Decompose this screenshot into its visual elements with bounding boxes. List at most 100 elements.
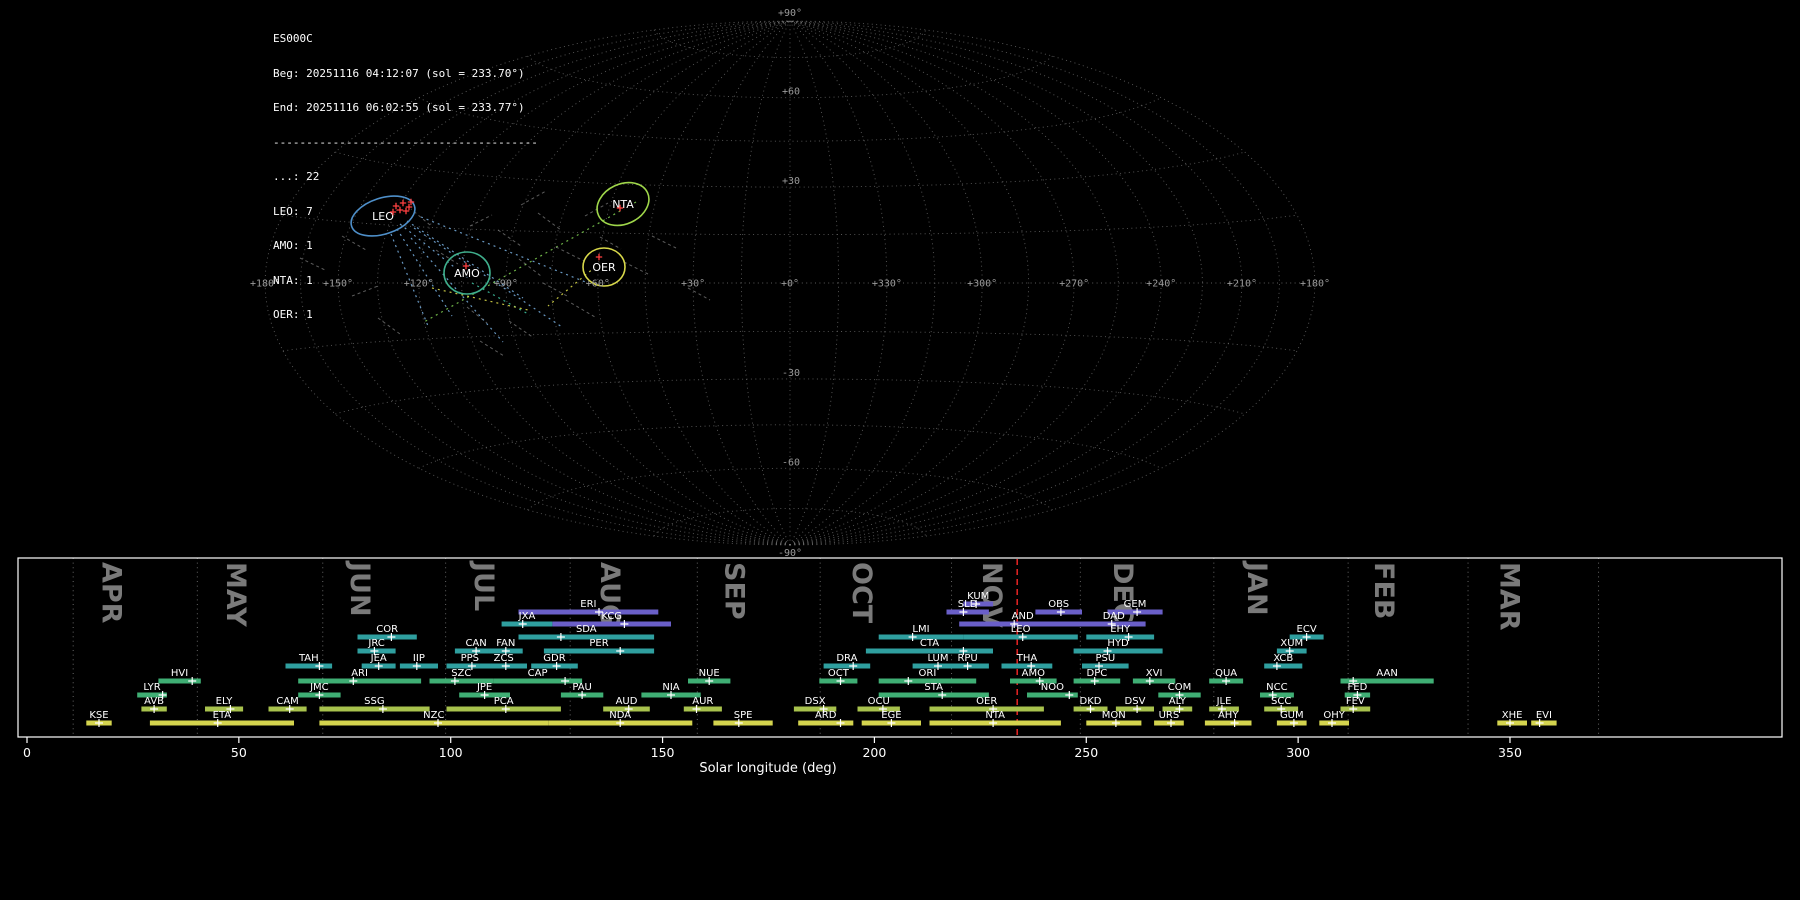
shower-bar (1264, 663, 1303, 669)
month-label: SEP (719, 562, 750, 620)
shower-label: XHE (1502, 710, 1523, 721)
peak-marker (836, 719, 845, 727)
x-axis-title: Solar longitude (deg) (699, 761, 836, 776)
lon-label: +60° (586, 279, 610, 290)
lon-label: +270° (1059, 279, 1089, 290)
shower-label: SSG (364, 696, 384, 707)
x-tick-label: 100 (439, 745, 463, 760)
shower-label: ARD (815, 710, 837, 721)
meteor-trail (651, 235, 677, 249)
shower-label: IIP (413, 653, 425, 664)
peak-marker (556, 633, 565, 641)
shower-label: AND (1012, 611, 1034, 622)
shower-label: FEV (1346, 696, 1365, 707)
shower-label: MON (1102, 710, 1126, 721)
shower-label: OER (976, 696, 997, 707)
shower-label: SDA (576, 624, 597, 635)
meteor-trail (555, 246, 585, 262)
lon-label: +330° (872, 279, 902, 290)
lat-label: -30 (782, 368, 800, 379)
month-label: JUL (468, 560, 499, 611)
shower-label: PPS (461, 653, 479, 664)
lon-label: +30° (681, 279, 705, 290)
shower-bar (946, 609, 989, 615)
shower-label: AMO (1022, 668, 1045, 679)
shower-label: GEM (1124, 599, 1147, 610)
lon-label: +240° (1146, 279, 1176, 290)
sky-map-hammer-projection: LEOAMONTAOER+180° +150° +120° +90° +60° +30° +… (250, 8, 1330, 556)
shower-bar (285, 663, 333, 669)
shower-label: AUR (692, 696, 713, 707)
shower-label: OCU (868, 696, 890, 707)
radiant-label: NTA (612, 198, 634, 211)
peak-marker (904, 677, 913, 685)
shower-label: DSV (1125, 696, 1146, 707)
shower-label: STA (924, 682, 943, 693)
shower-label: XVI (1146, 668, 1163, 679)
shower-label: GUM (1280, 710, 1304, 721)
x-tick-label: 300 (1286, 745, 1310, 760)
shower-bar (518, 634, 655, 640)
shower-label: NZC (423, 710, 444, 721)
lon-label: +300° (967, 279, 997, 290)
grid-meridian (644, 20, 791, 546)
count-leo: LEO: 7 (273, 204, 313, 218)
lat-label: +60 (782, 87, 800, 98)
shower-bar (518, 609, 659, 615)
shower-bar (319, 720, 549, 726)
shower-label: KCG (601, 611, 622, 622)
shower-label: CAM (276, 696, 298, 707)
shower-bar (357, 634, 417, 640)
separator: ---------------------------------------- (273, 135, 538, 149)
month-label: JAN (1241, 560, 1272, 616)
obs-end: End: 20251116 06:02:55 (sol = 233.77°) (273, 101, 525, 114)
shower-label: PCA (494, 696, 514, 707)
shower-label: OBS (1048, 599, 1069, 610)
shower-label: URS (1159, 710, 1180, 721)
shower-label: ZCS (494, 653, 514, 664)
shower-bar (1531, 720, 1557, 726)
shower-label: SZC (451, 668, 471, 679)
station-id: ES000C (273, 32, 313, 45)
shower-activity-chart: APR MAY JUN JUL AUG SEP OCT NOV DEC JAN FEB MARKUME… (17, 557, 1783, 776)
month-label: OCT (846, 562, 877, 624)
x-tick-label: 350 (1498, 745, 1522, 760)
shower-label: AAN (1376, 668, 1397, 679)
shower-label: NOO (1041, 682, 1064, 693)
meteor-trail (687, 287, 711, 301)
shower-label: EVI (1536, 710, 1552, 721)
pole-label-south: -90° (778, 548, 802, 556)
shower-label: EHY (1110, 624, 1131, 635)
shower-label: HVI (171, 668, 188, 679)
shower-bar (1073, 648, 1163, 654)
shower-label: SLD (958, 599, 978, 610)
pole-label-north: +90° (778, 8, 802, 19)
month-label: MAY (220, 562, 251, 627)
shower-label: OCT (828, 668, 850, 679)
shower-label: ERI (580, 599, 596, 610)
lat-label: -60 (782, 457, 800, 468)
shower-label: CTA (920, 638, 939, 649)
x-tick-label: 200 (862, 745, 886, 760)
shower-label: NTA (985, 710, 1005, 721)
shower-bar (798, 720, 854, 726)
shower-label: GDR (543, 653, 565, 664)
shower-bar (683, 706, 722, 712)
lon-label: +180° (1300, 279, 1330, 290)
shower-bar (1204, 720, 1252, 726)
grid-meridian (789, 20, 936, 546)
shower-label: JXA (518, 611, 536, 622)
peak-marker (188, 677, 197, 685)
shower-label: JLE (1216, 696, 1232, 707)
shower-label: TAH (298, 653, 319, 664)
peak-marker (561, 677, 570, 685)
lat-label: +30 (782, 176, 800, 187)
shower-label: ALY (1169, 696, 1187, 707)
lon-label: +210° (1227, 279, 1257, 290)
shower-label: ORI (919, 668, 937, 679)
peak-marker (1065, 691, 1074, 699)
shower-label: HYD (1107, 638, 1129, 649)
meteor-trail (542, 282, 570, 298)
lon-label: +0° (781, 279, 799, 290)
shower-label: DSX (805, 696, 826, 707)
